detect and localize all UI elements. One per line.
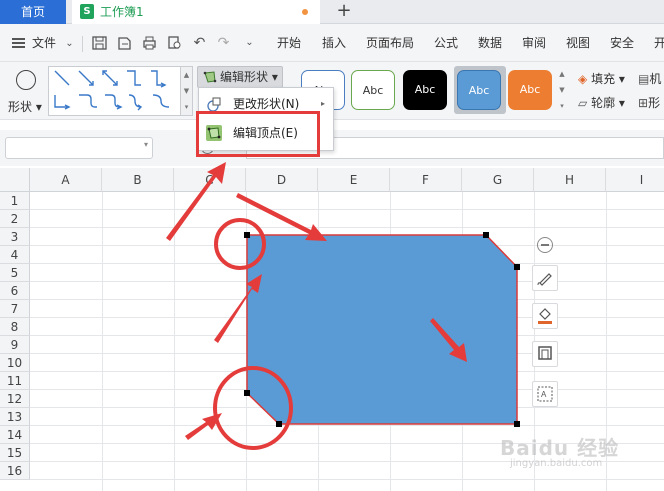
tab-start[interactable]: 开始 [277, 24, 301, 62]
line-shapes-icon [54, 70, 170, 111]
file-menu[interactable]: 文件 [32, 24, 56, 62]
fill-label: 填充 [591, 72, 616, 86]
outline-frame-icon [538, 346, 552, 360]
svg-text:A: A [541, 390, 547, 399]
row-header-6[interactable]: 6 [0, 282, 30, 300]
fill-bucket-icon [538, 308, 552, 324]
tab-formulas[interactable]: 公式 [434, 24, 458, 62]
styles-scroll-control[interactable]: ▲ ▼ ▾ [556, 66, 568, 116]
workbook-tab-label: 工作簿1 [100, 5, 144, 19]
style-green-outline[interactable]: Abc [351, 70, 395, 110]
ribbon-right-item-2[interactable]: ⊞形 [638, 94, 660, 111]
edit-shape-button[interactable]: 编辑形状 ▾ [197, 66, 283, 88]
shape-label: 形状 [8, 100, 33, 114]
print-icon[interactable] [142, 36, 157, 50]
home-tab[interactable]: 首页 [0, 0, 66, 24]
row-header-3[interactable]: 3 [0, 228, 30, 246]
hamburger-menu-icon[interactable] [12, 38, 25, 48]
print-preview-icon[interactable] [167, 36, 182, 50]
shape-button[interactable]: 形状 ▾ [4, 66, 46, 116]
tab-data[interactable]: 数据 [478, 24, 502, 62]
style-black-fill[interactable]: Abc [403, 70, 447, 110]
column-header-f[interactable]: F [390, 168, 462, 192]
workbook-tab[interactable]: S 工作簿1 [72, 0, 320, 24]
shape-outline-button[interactable] [532, 341, 558, 367]
collapse-toolbar-icon[interactable] [537, 237, 553, 253]
edit-shape-label: 编辑形状 [220, 70, 269, 84]
text-box-icon: A [537, 386, 553, 402]
row-header-7[interactable]: 7 [0, 300, 30, 318]
style-orange-fill[interactable]: Abc [508, 70, 552, 110]
select-all-corner[interactable] [0, 168, 30, 192]
row-header-10[interactable]: 10 [0, 354, 30, 372]
row-header-8[interactable]: 8 [0, 318, 30, 336]
tab-review[interactable]: 审阅 [522, 24, 546, 62]
annotation-highlight-box [196, 111, 320, 157]
row-header-16[interactable]: 16 [0, 462, 30, 480]
row-header-2[interactable]: 2 [0, 210, 30, 228]
new-tab-button[interactable]: + [334, 0, 354, 24]
column-header-h[interactable]: H [534, 168, 606, 192]
watermark-url: jingyan.baidu.com [510, 458, 603, 469]
tab-start-cut[interactable]: 开 [654, 24, 664, 62]
row-header-14[interactable]: 14 [0, 426, 30, 444]
style-blue-fill[interactable]: Abc [457, 70, 501, 110]
spreadsheet-icon: S [80, 4, 94, 19]
export-icon[interactable] [117, 36, 132, 50]
menu-bar: 文件 ⌄ ↶ ↷ ⌄ 开始 插入 页面布局 公式 数据 审阅 视图 安全 开 [0, 24, 664, 62]
column-header-c[interactable]: C [174, 168, 246, 192]
shape-styles-gallery: Abc Abc Abc Abc Abc [297, 66, 557, 116]
undo-icon[interactable]: ↶ [192, 36, 207, 50]
submenu-arrow-icon: ▸ [320, 99, 325, 108]
change-shape-icon [207, 97, 221, 112]
fill-button[interactable]: ◈ 填充 ▾ [578, 70, 625, 87]
row-header-4[interactable]: 4 [0, 246, 30, 264]
separator [82, 36, 83, 52]
column-header-a[interactable]: A [30, 168, 102, 192]
outline-pen-icon: ▱ [578, 96, 588, 110]
baidu-watermark: Baidu 经验 [500, 436, 620, 460]
shape-style-button[interactable] [532, 265, 558, 291]
shape-circle-icon [16, 70, 36, 90]
text-frame-icon: ⊞ [638, 96, 649, 110]
row-header-13[interactable]: 13 [0, 408, 30, 426]
customize-toolbar-icon[interactable]: ⌄ [242, 36, 257, 50]
unsaved-dot-icon [302, 9, 308, 15]
tab-view[interactable]: 视图 [566, 24, 590, 62]
row-header-1[interactable]: 1 [0, 192, 30, 210]
row-header-5[interactable]: 5 [0, 264, 30, 282]
row-header-11[interactable]: 11 [0, 372, 30, 390]
chevron-down-icon: ▾ [143, 140, 148, 149]
outline-button[interactable]: ▱ 轮廓 ▾ [578, 94, 625, 111]
outline-label: 轮廓 [591, 96, 616, 110]
redo-icon[interactable]: ↷ [216, 36, 231, 50]
row-header-12[interactable]: 12 [0, 390, 30, 408]
edit-shape-icon [203, 71, 217, 83]
tab-page-layout[interactable]: 页面布局 [366, 24, 414, 62]
chevron-down-icon[interactable]: ⌄ [62, 37, 77, 51]
shape-text-button[interactable]: A [532, 381, 558, 407]
gallery-scroll-control[interactable]: ▲ ▼ ▾ [181, 66, 193, 116]
tab-security[interactable]: 安全 [610, 24, 634, 62]
column-header-g[interactable]: G [462, 168, 534, 192]
ribbon-right-item-1[interactable]: ▤机 [638, 70, 661, 87]
shape-fill-button[interactable] [532, 303, 558, 329]
name-box[interactable]: ▾ [5, 137, 153, 159]
column-header-e[interactable]: E [318, 168, 390, 192]
save-icon[interactable] [92, 36, 107, 50]
fill-bucket-icon: ◈ [578, 72, 588, 86]
tab-insert[interactable]: 插入 [322, 24, 346, 62]
column-header-d[interactable]: D [246, 168, 318, 192]
brush-icon [537, 273, 552, 286]
line-shapes-gallery[interactable] [48, 66, 181, 116]
column-header-i[interactable]: I [606, 168, 664, 192]
row-header-15[interactable]: 15 [0, 444, 30, 462]
title-bar: 首页 S 工作簿1 + [0, 0, 664, 24]
row-header-9[interactable]: 9 [0, 336, 30, 354]
column-header-b[interactable]: B [102, 168, 174, 192]
text-box-icon: ▤ [638, 72, 650, 86]
